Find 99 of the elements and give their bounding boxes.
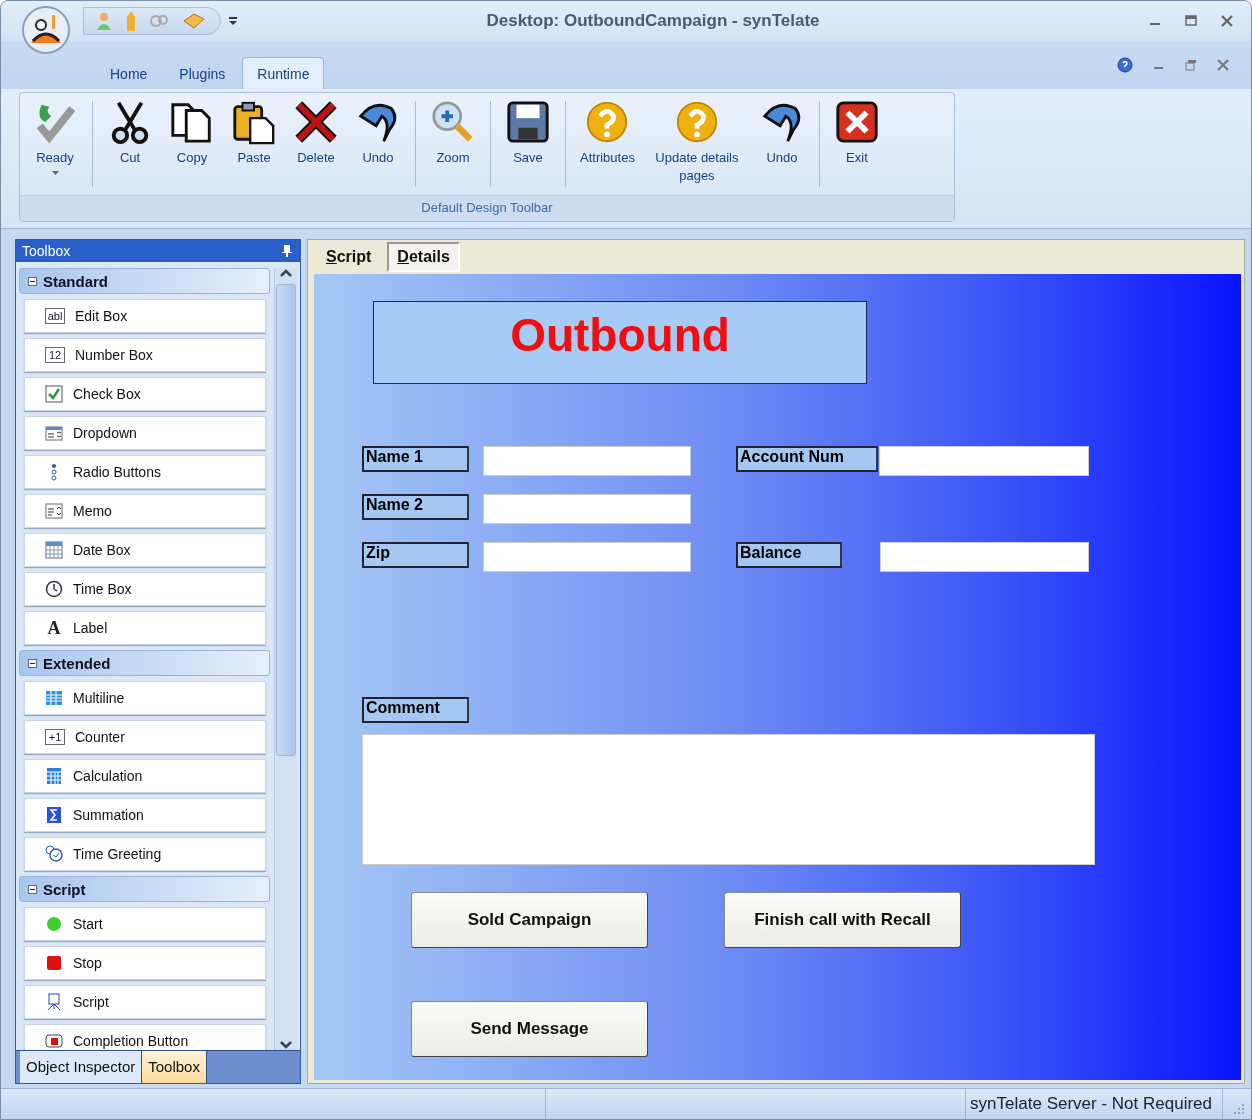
calendar-icon <box>45 541 63 559</box>
collapse-icon[interactable] <box>28 884 37 894</box>
form-button[interactable]: Send Message <box>411 1001 648 1057</box>
section-header[interactable]: Script <box>19 876 270 902</box>
toolbar-button[interactable]: Undo <box>347 95 409 195</box>
toolbox-item[interactable]: abl Edit Box <box>24 299 266 333</box>
page-tab[interactable]: Script <box>318 244 380 270</box>
toolbar-button[interactable]: Save <box>497 95 559 195</box>
circle-icon <box>45 915 63 933</box>
toolbar-button[interactable]: Paste <box>223 95 285 195</box>
scroll-thumb[interactable] <box>276 284 296 756</box>
toolbox-item[interactable]: Check Box <box>24 377 266 411</box>
toolbox-item[interactable]: Time Greeting <box>24 837 266 871</box>
collapse-icon[interactable] <box>28 276 37 286</box>
toolbox-item[interactable]: Stop <box>24 946 266 980</box>
field-label: Name 2 <box>362 494 469 520</box>
script-icon <box>45 993 63 1011</box>
toolbox-item[interactable]: Memo <box>24 494 266 528</box>
calculator-icon <box>45 767 63 785</box>
toolbox-item[interactable]: +1 Counter <box>24 720 266 754</box>
resize-grip-icon[interactable] <box>1233 1103 1245 1115</box>
clock-icon <box>45 580 63 598</box>
toolbox-item[interactable]: Start <box>24 907 266 941</box>
field-label: Balance <box>736 542 842 568</box>
restore-icon[interactable] <box>1185 59 1197 71</box>
help-icon[interactable] <box>1117 57 1133 73</box>
customize-icon[interactable] <box>229 16 237 26</box>
toolbox-item[interactable]: 12 Number Box <box>24 338 266 372</box>
input-field[interactable] <box>879 446 1089 476</box>
scroll-down-icon[interactable] <box>279 1040 293 1050</box>
form-button[interactable]: Sold Campaign <box>411 892 648 948</box>
square-icon <box>45 954 63 972</box>
toolbar-button[interactable]: Copy <box>161 95 223 195</box>
toolbar-title: Default Design Toolbar <box>20 195 954 221</box>
close-icon[interactable] <box>1221 15 1233 27</box>
close-icon[interactable] <box>1217 59 1229 71</box>
section-header[interactable]: Extended <box>19 650 270 676</box>
toolbar-button[interactable]: Undo <box>750 95 813 195</box>
field-label: Zip <box>362 542 469 568</box>
toolbox-item[interactable]: Calculation <box>24 759 266 793</box>
toolbar-button[interactable]: Ready <box>24 95 86 195</box>
memo-icon <box>45 502 63 520</box>
toolbox-item[interactable]: Completion Button <box>24 1024 266 1050</box>
toolbox-item[interactable]: Date Box <box>24 533 266 567</box>
panel-title: Toolbox <box>22 243 71 259</box>
panel-tab[interactable]: Object Inspector <box>20 1051 143 1083</box>
paste-icon <box>231 99 277 145</box>
close-icon <box>833 99 880 145</box>
icon-text: A <box>46 621 62 635</box>
toolbox-item[interactable]: Summation <box>24 798 266 832</box>
ribbon-tab[interactable]: Plugins <box>164 57 241 89</box>
maximize-icon[interactable] <box>1185 15 1197 27</box>
toolbar-button[interactable]: Exit <box>825 95 888 195</box>
toolbar-button[interactable]: Update details pages <box>642 95 751 195</box>
input-field[interactable] <box>483 494 691 524</box>
toolbar-button[interactable]: Attributes <box>572 95 643 195</box>
window-title: Desktop: OutboundCampaign - synTelate <box>485 11 821 31</box>
comment-field[interactable] <box>362 734 1095 865</box>
checkbox-icon <box>45 385 63 403</box>
pin-icon[interactable] <box>282 245 292 257</box>
stop-button-icon <box>45 1032 63 1050</box>
status-text: synTelate Server - Not Required <box>966 1089 1223 1119</box>
save-icon <box>505 99 551 145</box>
scrollbar[interactable] <box>274 268 297 1050</box>
input-field[interactable] <box>483 542 691 572</box>
icon-text: abl <box>45 308 65 324</box>
toolbox-item[interactable]: Time Box <box>24 572 266 606</box>
cross-icon <box>293 99 339 145</box>
toolbox-item[interactable]: Dropdown <box>24 416 266 450</box>
greeting-icon <box>45 845 63 863</box>
book-icon[interactable] <box>182 13 206 29</box>
scroll-up-icon[interactable] <box>279 268 293 278</box>
toolbox-item[interactable]: A Label <box>24 611 266 645</box>
field-label: Comment <box>362 697 469 723</box>
form-title: Outbound <box>373 301 867 384</box>
sigma-icon <box>45 806 63 824</box>
gear-icon[interactable] <box>150 13 168 29</box>
form-button[interactable]: Finish call with Recall <box>724 892 961 948</box>
collapse-icon[interactable] <box>28 658 37 668</box>
grid-icon <box>45 689 63 707</box>
toolbox-item[interactable]: Multiline <box>24 681 266 715</box>
toolbar-button[interactable]: Cut <box>99 95 161 195</box>
field-label: Name 1 <box>362 446 469 472</box>
ribbon-tab[interactable]: Runtime <box>242 57 325 89</box>
person-icon[interactable] <box>96 12 112 30</box>
toolbar-button[interactable]: Delete <box>285 95 347 195</box>
input-field[interactable] <box>483 446 691 476</box>
panel-tab[interactable]: Toolbox <box>142 1051 207 1083</box>
toolbox-item[interactable]: Radio Buttons <box>24 455 266 489</box>
input-field[interactable] <box>880 542 1089 572</box>
section-header[interactable]: Standard <box>19 268 270 294</box>
icon-text: +1 <box>45 729 65 745</box>
dropdown-icon <box>45 424 63 442</box>
icon-text: 12 <box>45 347 65 363</box>
ribbon-tab[interactable]: Home <box>95 57 163 89</box>
toolbox-item[interactable]: Script <box>24 985 266 1019</box>
toolbar-button[interactable]: Zoom <box>422 95 484 195</box>
field-label: Account Num <box>736 446 878 472</box>
page-tab[interactable]: Details <box>387 242 460 272</box>
